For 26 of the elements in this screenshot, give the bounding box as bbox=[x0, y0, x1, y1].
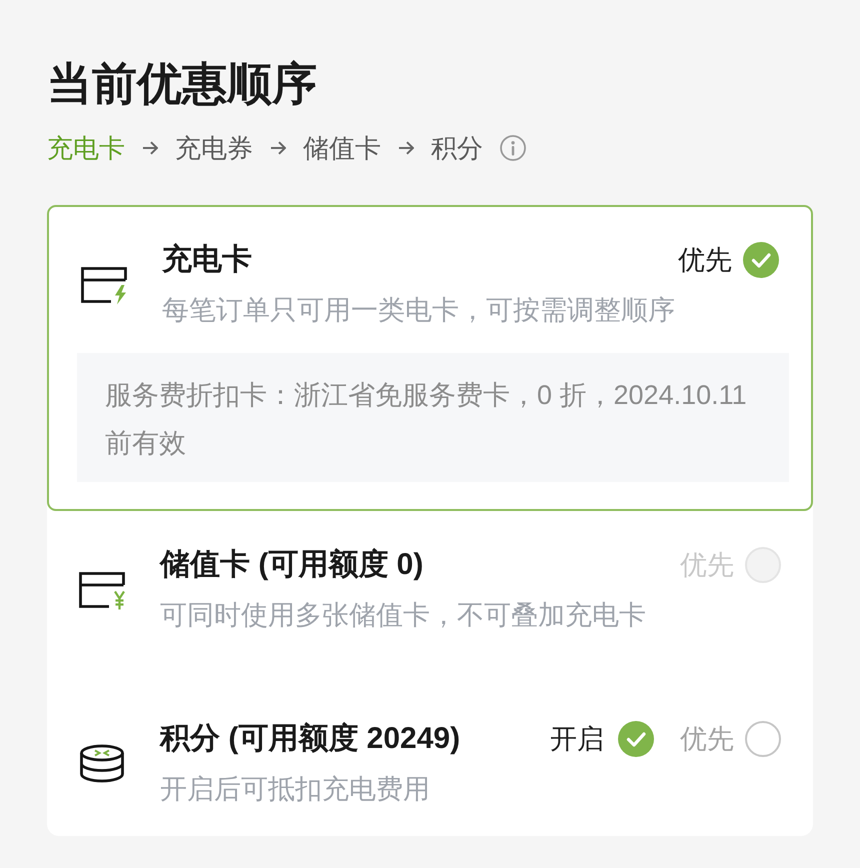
option-description: 每笔订单只可用一类电卡，可按需调整顺序 bbox=[162, 294, 676, 327]
info-icon[interactable] bbox=[500, 135, 526, 161]
option-title: 积分 (可用额度 20249) bbox=[160, 721, 462, 757]
highlighted-option-card[interactable]: 充电卡 优先 每笔订单只可用一类电卡，可按需调整顺序 服务费折扣卡：浙江省免服务费卡，0 折，2024.10.11前有效 bbox=[47, 205, 813, 511]
option-title: 储值卡 (可用额度 0) bbox=[160, 547, 424, 583]
arrow-icon bbox=[398, 141, 414, 155]
priority-label: 优先 bbox=[680, 723, 734, 756]
option-description: 可同时使用多张储值卡，不可叠加充电卡 bbox=[160, 599, 647, 632]
coin-stack-icon bbox=[78, 744, 126, 784]
order-step: 充电券 bbox=[175, 130, 253, 166]
toggle-label: 开启 bbox=[550, 723, 604, 756]
check-circle-icon[interactable] bbox=[743, 242, 779, 278]
order-step: 充电卡 bbox=[47, 130, 125, 166]
arrow-icon bbox=[142, 141, 158, 155]
check-circle-icon[interactable] bbox=[618, 721, 654, 757]
card-yen-icon bbox=[78, 570, 126, 610]
detail-note: 服务费折扣卡：浙江省免服务费卡，0 折，2024.10.11前有效 bbox=[77, 353, 789, 482]
order-step: 积分 bbox=[431, 130, 483, 166]
option-title: 充电卡 bbox=[162, 242, 253, 278]
priority-label: 优先 bbox=[678, 244, 732, 277]
arrow-icon bbox=[270, 141, 286, 155]
page-title: 当前优惠顺序 bbox=[47, 57, 318, 111]
option-description: 开启后可抵扣充电费用 bbox=[160, 773, 431, 806]
empty-circle-icon[interactable] bbox=[745, 721, 781, 757]
card-lightning-icon bbox=[80, 264, 128, 304]
order-step: 储值卡 bbox=[303, 130, 381, 166]
